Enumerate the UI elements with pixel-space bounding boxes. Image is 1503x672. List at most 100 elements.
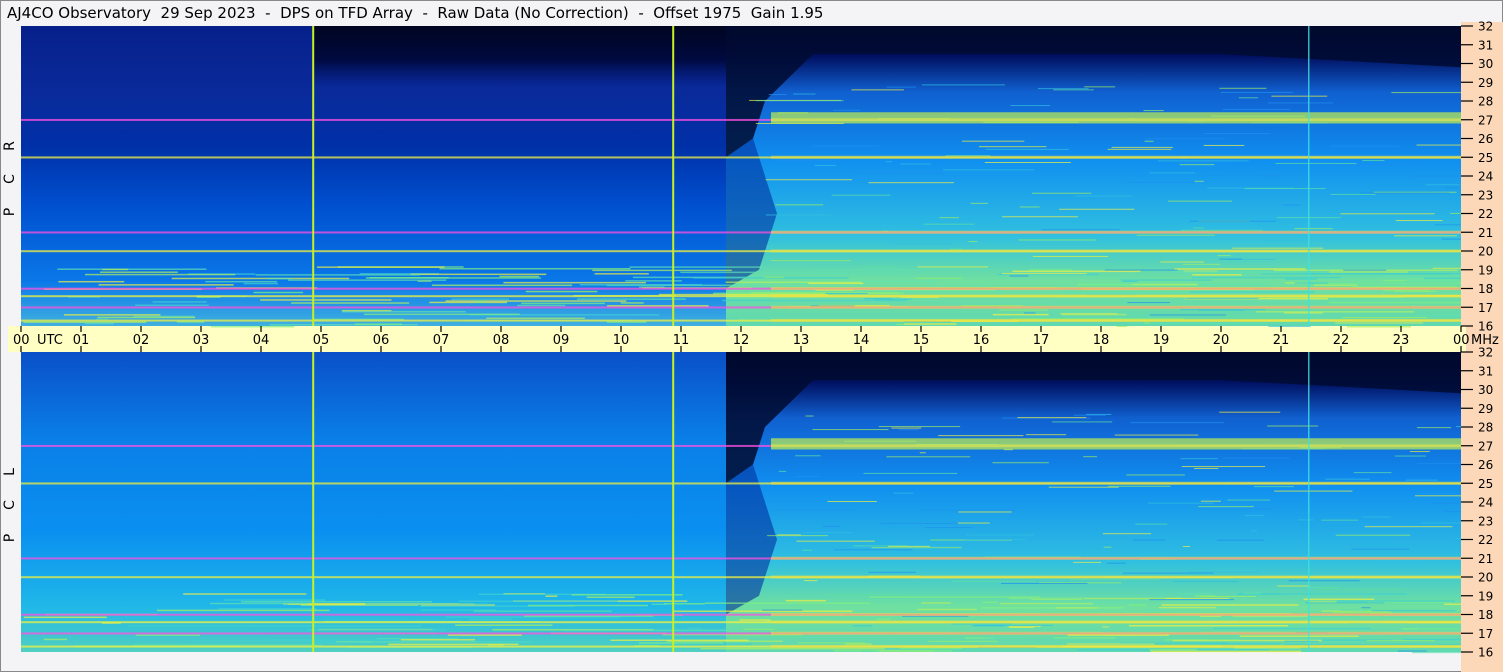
noise-streak	[919, 452, 926, 454]
noise-streak	[739, 619, 771, 621]
time-tick-label: 10	[613, 333, 630, 348]
noise-streak	[1325, 478, 1371, 480]
noise-streak	[651, 603, 667, 606]
frequency-tick-label: 16	[1478, 646, 1493, 660]
noise-streak	[410, 273, 547, 276]
noise-streak	[1405, 479, 1438, 481]
noise-streak	[1394, 290, 1437, 292]
noise-streak	[1075, 195, 1133, 197]
noise-streak	[1305, 602, 1385, 604]
noise-streak	[775, 204, 824, 206]
noise-streak	[1053, 89, 1094, 91]
noise-streak	[1130, 422, 1225, 424]
noise-streak	[860, 266, 900, 268]
noise-streak	[1284, 278, 1317, 280]
frequency-tick-label: 19	[1478, 589, 1493, 603]
noise-streak	[1023, 312, 1036, 314]
noise-streak	[1391, 92, 1461, 94]
noise-streak	[794, 475, 820, 477]
noise-streak	[921, 602, 951, 604]
noise-streak	[1009, 275, 1029, 277]
frequency-tick-label: 29	[1478, 76, 1493, 90]
noise-streak	[978, 146, 1047, 148]
noise-streak	[1450, 212, 1461, 214]
noise-streak	[1268, 102, 1334, 104]
noise-streak	[1180, 309, 1265, 311]
noise-streak	[1238, 97, 1259, 99]
noise-streak	[316, 266, 445, 268]
noise-streak	[1165, 639, 1239, 641]
noise-streak	[873, 602, 883, 604]
noise-streak	[1222, 457, 1290, 459]
frequency-tick-label: 18	[1478, 282, 1493, 296]
noise-streak	[1342, 316, 1427, 318]
noise-streak	[1200, 500, 1221, 502]
time-tick-label: 05	[313, 333, 330, 348]
noise-streak	[1194, 180, 1204, 182]
noise-streak	[1127, 302, 1171, 304]
noise-streak	[267, 277, 292, 280]
time-tick-label: 14	[853, 333, 870, 348]
frequency-tick-label: 31	[1478, 364, 1493, 378]
noise-streak	[1149, 599, 1235, 601]
noise-streak	[1253, 486, 1294, 488]
rfi-band	[771, 305, 1461, 309]
noise-streak	[135, 304, 209, 307]
noise-streak	[1204, 272, 1278, 274]
noise-streak	[1416, 462, 1461, 464]
noise-streak	[171, 277, 350, 280]
noise-streak	[445, 300, 627, 302]
noise-streak	[985, 637, 1025, 639]
frequency-tick-label: 30	[1478, 57, 1493, 71]
noise-streak	[1255, 311, 1415, 313]
noise-streak	[992, 313, 1049, 316]
noise-streak	[102, 268, 129, 271]
noise-streak	[127, 625, 250, 627]
noise-streak	[1051, 421, 1113, 423]
noise-streak	[1161, 604, 1299, 606]
noise-streak	[798, 642, 866, 644]
noise-streak	[1002, 216, 1078, 218]
noise-streak	[773, 159, 844, 161]
spectrogram-panel-lcp	[21, 352, 1461, 654]
time-tick-label: 02	[133, 333, 150, 348]
noise-streak	[1307, 586, 1339, 588]
noise-streak	[673, 610, 853, 612]
noise-streak	[1361, 607, 1371, 609]
noise-streak	[1284, 640, 1319, 642]
noise-streak	[1108, 485, 1171, 487]
time-tick-label: 03	[193, 333, 210, 348]
frequency-tick-label: 17	[1478, 627, 1493, 641]
noise-streak	[1069, 579, 1160, 581]
noise-streak	[1107, 148, 1172, 150]
noise-streak	[864, 298, 892, 300]
noise-streak	[1415, 314, 1461, 317]
noise-streak	[1267, 425, 1319, 427]
noise-streak	[1403, 638, 1461, 641]
rfi-band	[771, 481, 1461, 485]
noise-streak	[973, 624, 1054, 626]
noise-streak	[478, 641, 575, 643]
noise-streak	[571, 594, 683, 596]
noise-streak	[365, 603, 488, 605]
noise-streak	[1420, 522, 1461, 524]
noise-streak	[157, 609, 330, 612]
noise-streak	[1321, 519, 1359, 521]
noise-streak	[1144, 322, 1151, 324]
noise-streak	[1364, 526, 1453, 528]
rfi-band	[771, 287, 1461, 290]
noise-streak	[1213, 627, 1371, 630]
noise-streak	[1284, 312, 1323, 314]
noise-streak	[1362, 160, 1385, 162]
noise-streak	[1031, 599, 1082, 601]
frequency-tick-label: 24	[1478, 496, 1493, 510]
noise-streak	[885, 161, 893, 163]
noise-streak	[1444, 603, 1461, 606]
noise-streak	[1239, 635, 1359, 637]
noise-streak	[1329, 145, 1399, 147]
noise-streak	[439, 267, 631, 270]
noise-streak	[704, 602, 871, 604]
rfi-band	[771, 631, 1461, 635]
frequency-tick-label: 20	[1478, 571, 1493, 585]
noise-streak	[363, 313, 520, 316]
